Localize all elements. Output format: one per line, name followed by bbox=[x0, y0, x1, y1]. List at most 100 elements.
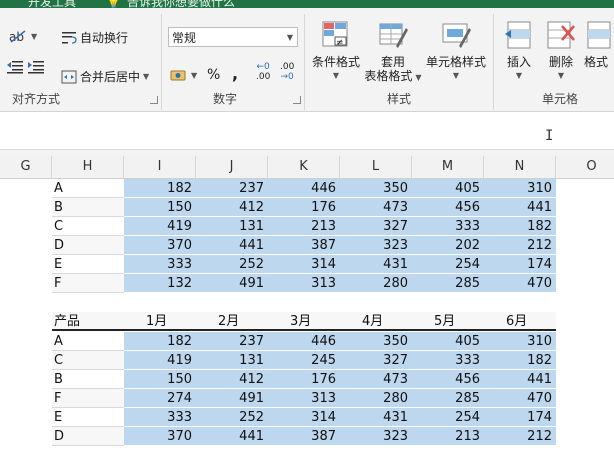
value-cell[interactable]: 419 bbox=[124, 351, 196, 370]
column-header-h[interactable]: H bbox=[52, 156, 124, 178]
column-header-j[interactable]: J bbox=[196, 156, 268, 178]
increase-indent-button[interactable] bbox=[27, 60, 45, 74]
value-cell[interactable]: 252 bbox=[196, 408, 268, 427]
value-cell[interactable]: 333 bbox=[124, 408, 196, 427]
value-cell[interactable]: 441 bbox=[196, 236, 268, 255]
merge-center-button[interactable]: 合并后居中 ▼ bbox=[61, 68, 149, 85]
value-cell[interactable]: 310 bbox=[484, 179, 556, 198]
increase-decimal-button[interactable]: ←0 .00 bbox=[256, 62, 270, 82]
value-cell[interactable]: 237 bbox=[196, 332, 268, 351]
row-label-cell[interactable]: C bbox=[52, 217, 124, 236]
dialog-launcher-icon[interactable] bbox=[150, 96, 158, 104]
header-month-cell[interactable]: 5月 bbox=[412, 312, 484, 331]
value-cell[interactable]: 254 bbox=[412, 408, 484, 427]
formula-bar[interactable] bbox=[0, 112, 614, 148]
value-cell[interactable]: 212 bbox=[484, 427, 556, 446]
value-cell[interactable]: 182 bbox=[124, 332, 196, 351]
value-cell[interactable]: 370 bbox=[124, 236, 196, 255]
value-cell[interactable]: 280 bbox=[340, 389, 412, 408]
value-cell[interactable]: 212 bbox=[484, 236, 556, 255]
value-cell[interactable]: 314 bbox=[268, 408, 340, 427]
value-cell[interactable]: 473 bbox=[340, 370, 412, 389]
format-as-table-button[interactable]: 套用 表格格式 ▼ bbox=[364, 20, 422, 85]
decrease-decimal-button[interactable]: .00 →0 bbox=[280, 62, 294, 82]
value-cell[interactable]: 285 bbox=[412, 389, 484, 408]
row-label-cell[interactable]: A bbox=[52, 179, 124, 198]
value-cell[interactable]: 150 bbox=[124, 198, 196, 217]
row-label-cell[interactable]: F bbox=[52, 274, 124, 293]
value-cell[interactable]: 491 bbox=[196, 274, 268, 293]
value-cell[interactable]: 310 bbox=[484, 332, 556, 351]
value-cell[interactable]: 237 bbox=[196, 179, 268, 198]
value-cell[interactable]: 370 bbox=[124, 427, 196, 446]
value-cell[interactable]: 431 bbox=[340, 408, 412, 427]
value-cell[interactable]: 405 bbox=[412, 179, 484, 198]
column-header-g[interactable]: G bbox=[0, 156, 52, 178]
value-cell[interactable]: 350 bbox=[340, 179, 412, 198]
row-label-cell[interactable]: F bbox=[52, 389, 124, 408]
delete-button[interactable]: 删除 ▼ bbox=[542, 20, 580, 83]
percent-button[interactable]: % bbox=[207, 67, 220, 83]
value-cell[interactable]: 150 bbox=[124, 370, 196, 389]
value-cell[interactable]: 387 bbox=[268, 236, 340, 255]
value-cell[interactable]: 441 bbox=[484, 198, 556, 217]
value-cell[interactable]: 491 bbox=[196, 389, 268, 408]
value-cell[interactable]: 387 bbox=[268, 427, 340, 446]
value-cell[interactable]: 327 bbox=[340, 217, 412, 236]
orientation-button[interactable]: ab ▼ bbox=[8, 28, 37, 44]
value-cell[interactable]: 245 bbox=[268, 351, 340, 370]
value-cell[interactable]: 131 bbox=[196, 217, 268, 236]
value-cell[interactable]: 313 bbox=[268, 389, 340, 408]
cell-styles-button[interactable]: 单元格样式 ▼ bbox=[423, 20, 489, 83]
value-cell[interactable]: 446 bbox=[268, 332, 340, 351]
header-month-cell[interactable]: 1月 bbox=[124, 312, 196, 331]
value-cell[interactable]: 412 bbox=[196, 370, 268, 389]
column-header-n[interactable]: N bbox=[484, 156, 556, 178]
value-cell[interactable]: 323 bbox=[340, 236, 412, 255]
tab-developer[interactable]: 开发工具 bbox=[28, 0, 76, 8]
decrease-indent-button[interactable] bbox=[6, 60, 24, 74]
value-cell[interactable]: 174 bbox=[484, 255, 556, 274]
value-cell[interactable]: 313 bbox=[268, 274, 340, 293]
value-cell[interactable]: 441 bbox=[196, 427, 268, 446]
value-cell[interactable]: 176 bbox=[268, 370, 340, 389]
value-cell[interactable]: 182 bbox=[484, 217, 556, 236]
value-cell[interactable]: 252 bbox=[196, 255, 268, 274]
value-cell[interactable]: 174 bbox=[484, 408, 556, 427]
value-cell[interactable]: 285 bbox=[412, 274, 484, 293]
chevron-down-icon[interactable]: ▼ bbox=[143, 72, 149, 81]
value-cell[interactable]: 431 bbox=[340, 255, 412, 274]
column-header-k[interactable]: K bbox=[268, 156, 340, 178]
value-cell[interactable]: 176 bbox=[268, 198, 340, 217]
value-cell[interactable]: 405 bbox=[412, 332, 484, 351]
value-cell[interactable]: 202 bbox=[412, 236, 484, 255]
value-cell[interactable]: 131 bbox=[196, 351, 268, 370]
value-cell[interactable]: 213 bbox=[268, 217, 340, 236]
column-header-l[interactable]: L bbox=[340, 156, 412, 178]
number-format-select[interactable]: 常规 ▼ bbox=[168, 27, 298, 47]
value-cell[interactable]: 470 bbox=[484, 274, 556, 293]
row-label-cell[interactable]: E bbox=[52, 408, 124, 427]
value-cell[interactable]: 412 bbox=[196, 198, 268, 217]
conditional-format-button[interactable]: ≠ 条件格式 ▼ bbox=[308, 20, 364, 83]
value-cell[interactable]: 327 bbox=[340, 351, 412, 370]
value-cell[interactable]: 456 bbox=[412, 198, 484, 217]
column-header-m[interactable]: M bbox=[412, 156, 484, 178]
header-month-cell[interactable]: 4月 bbox=[340, 312, 412, 331]
column-header-o[interactable]: O bbox=[556, 156, 614, 178]
value-cell[interactable]: 280 bbox=[340, 274, 412, 293]
header-month-cell[interactable]: 6月 bbox=[484, 312, 556, 331]
value-cell[interactable]: 314 bbox=[268, 255, 340, 274]
format-button[interactable]: 格式 bbox=[584, 20, 614, 69]
value-cell[interactable]: 419 bbox=[124, 217, 196, 236]
value-cell[interactable]: 470 bbox=[484, 389, 556, 408]
value-cell[interactable]: 182 bbox=[124, 179, 196, 198]
tell-me-box[interactable]: 💡 告诉我你想要做什么 bbox=[106, 0, 235, 8]
dialog-launcher-icon[interactable] bbox=[293, 96, 301, 104]
value-cell[interactable]: 350 bbox=[340, 332, 412, 351]
row-label-cell[interactable]: D bbox=[52, 236, 124, 255]
row-label-cell[interactable]: C bbox=[52, 351, 124, 370]
value-cell[interactable]: 333 bbox=[412, 351, 484, 370]
row-label-cell[interactable]: B bbox=[52, 198, 124, 217]
row-label-cell[interactable]: D bbox=[52, 427, 124, 446]
